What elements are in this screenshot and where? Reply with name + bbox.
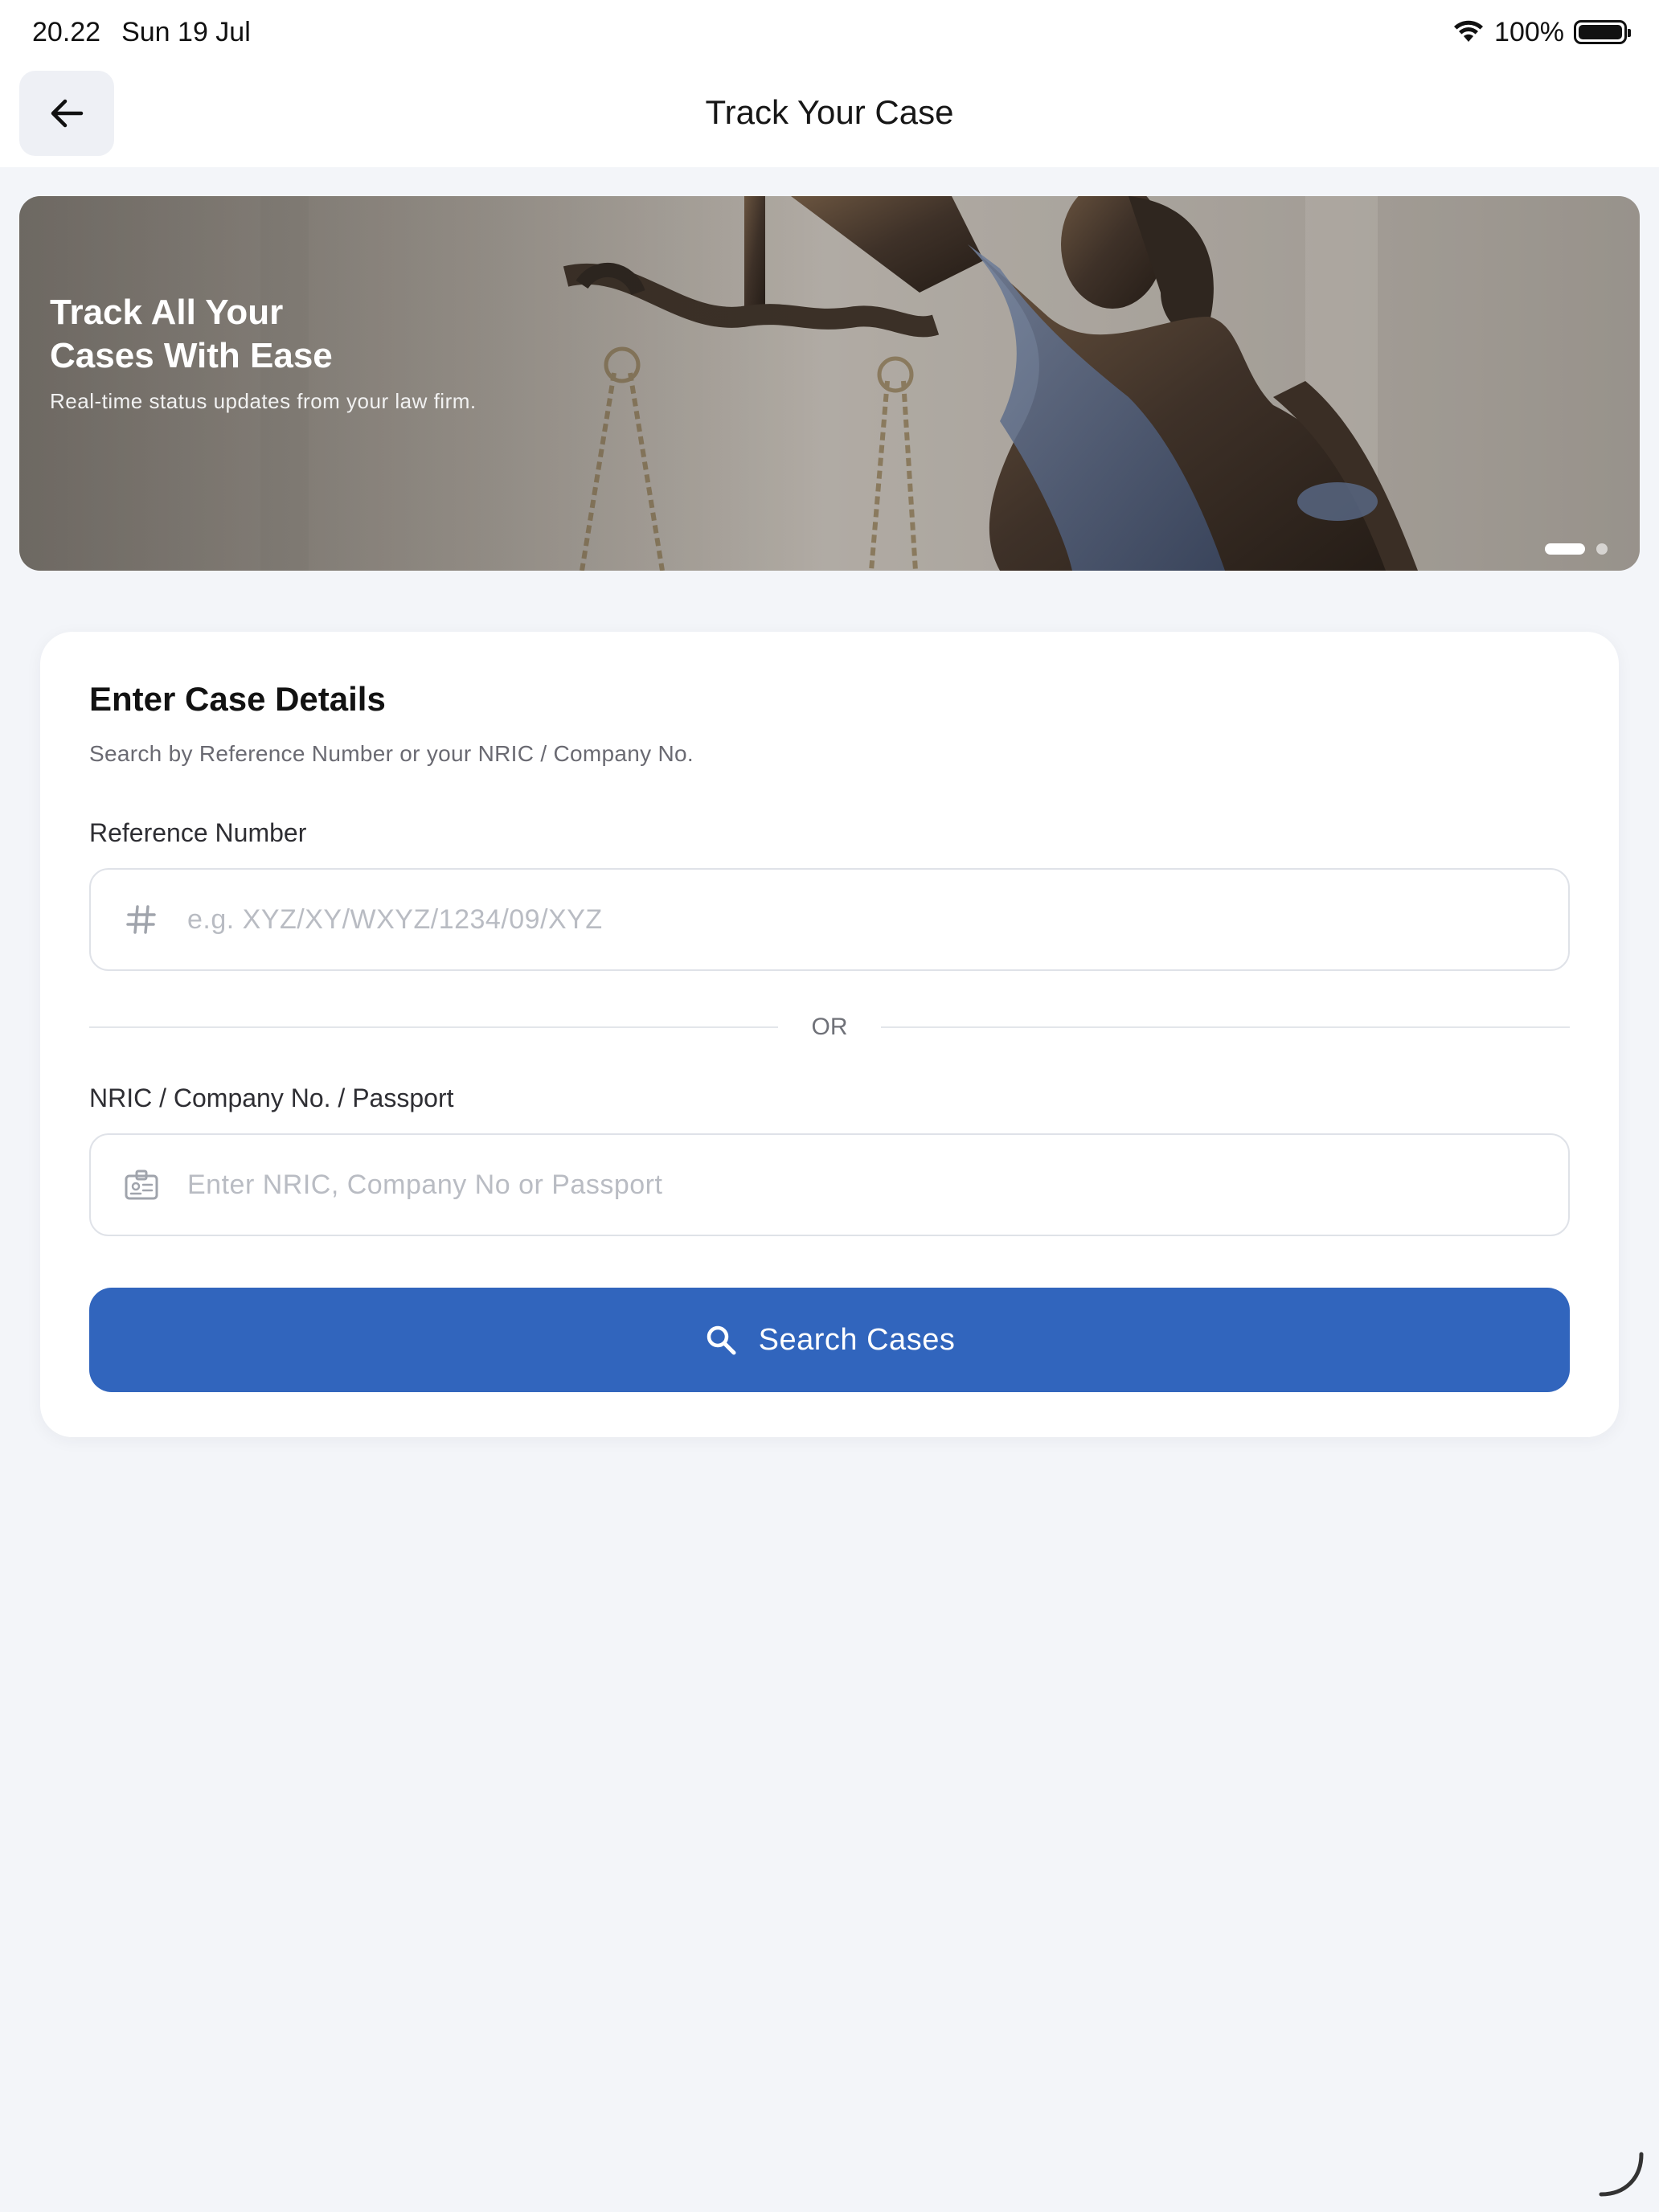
status-bar: 20.22 Sun 19 Jul 100%	[0, 0, 1659, 64]
status-date: Sun 19 Jul	[121, 16, 251, 47]
reference-number-field[interactable]	[89, 868, 1570, 971]
nric-label: NRIC / Company No. / Passport	[89, 1083, 454, 1112]
battery-percent: 100%	[1494, 16, 1564, 47]
card-title: Enter Case Details	[89, 680, 386, 718]
status-left: 20.22 Sun 19 Jul	[32, 17, 251, 48]
resize-handle-icon	[1599, 2152, 1644, 2197]
hash-icon	[91, 903, 187, 936]
search-cases-label: Search Cases	[758, 1322, 956, 1357]
carousel-indicator	[1545, 543, 1608, 555]
status-right: 100%	[1452, 16, 1631, 48]
hero-banner[interactable]: Track All Your Cases With Ease Real-time…	[19, 196, 1640, 571]
nric-field[interactable]	[89, 1133, 1570, 1236]
app-header: Track Your Case	[0, 64, 1659, 167]
page-title: Track Your Case	[705, 93, 954, 131]
divider-text: OR	[811, 1014, 848, 1040]
id-card-icon	[91, 1169, 187, 1201]
carousel-dot[interactable]	[1596, 543, 1608, 555]
nric-input[interactable]	[187, 1169, 1538, 1201]
reference-number-input[interactable]	[187, 903, 1538, 936]
search-icon	[707, 1325, 736, 1355]
banner-title-line-1: Track All Your	[50, 293, 284, 332]
carousel-dot-active[interactable]	[1545, 543, 1585, 555]
banner-title-line-2: Cases With Ease	[50, 336, 333, 375]
divider-line-left	[89, 1026, 778, 1028]
banner-title: Track All Your Cases With Ease	[50, 291, 532, 378]
or-divider: OR	[89, 1011, 1570, 1043]
battery-icon	[1574, 20, 1631, 44]
status-time: 20.22	[32, 16, 101, 47]
banner-shade	[19, 196, 823, 571]
wifi-icon	[1454, 20, 1484, 42]
card-subtitle: Search by Reference Number or your NRIC …	[89, 741, 694, 766]
banner-subtitle: Real-time status updates from your law f…	[50, 389, 477, 413]
search-cases-button[interactable]: Search Cases	[89, 1288, 1570, 1392]
reference-number-label: Reference Number	[89, 818, 307, 847]
case-details-card: Enter Case Details Search by Reference N…	[40, 632, 1619, 1437]
divider-line-right	[881, 1026, 1570, 1028]
